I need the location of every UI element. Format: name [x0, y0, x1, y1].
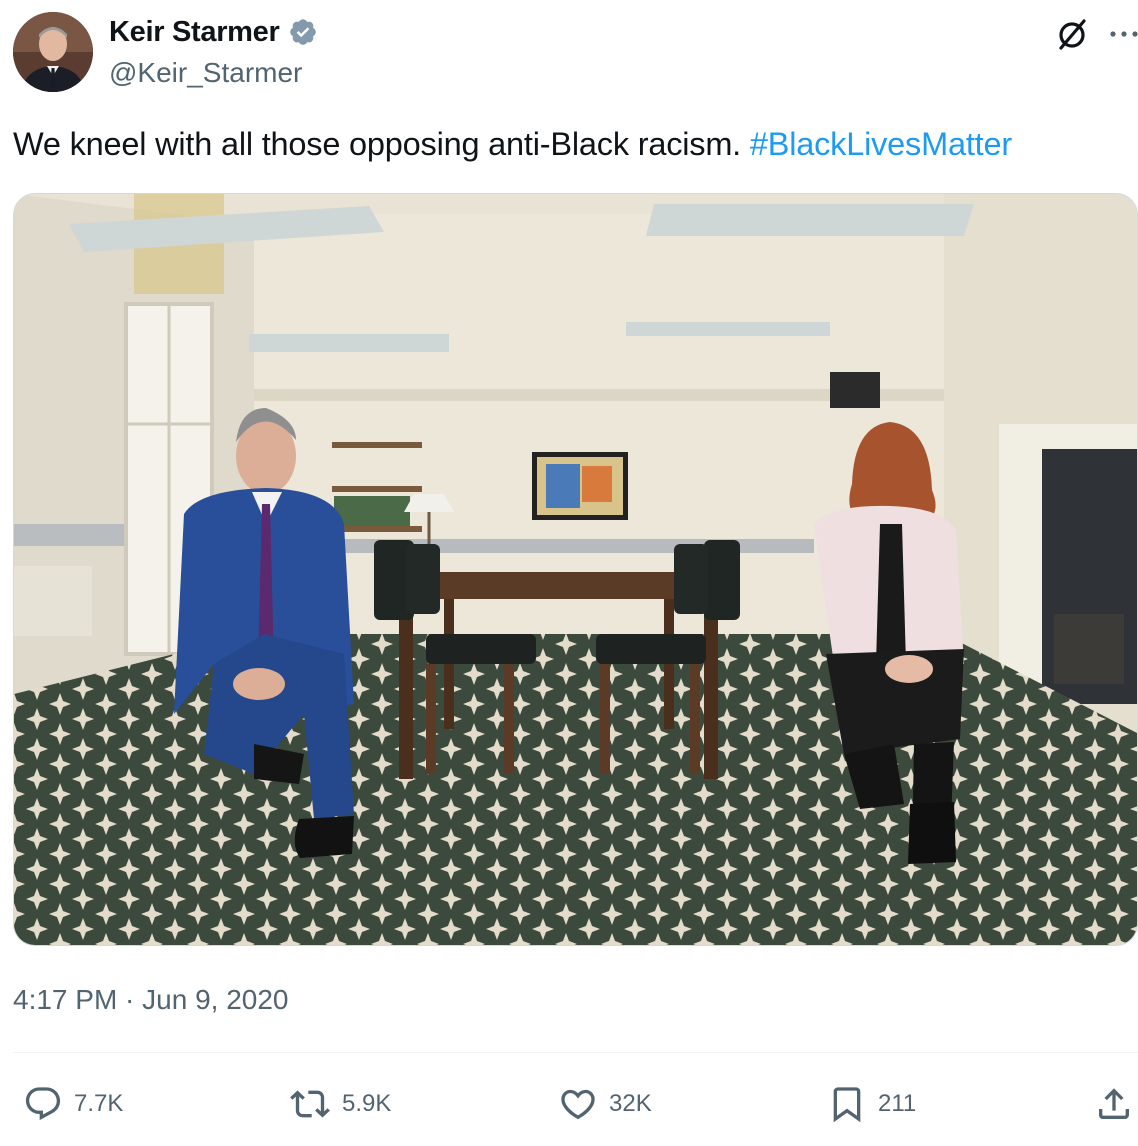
bookmark-count: 211	[878, 1090, 917, 1117]
photo-illustration	[14, 194, 1137, 945]
author-avatar[interactable]	[13, 12, 93, 92]
reply-button[interactable]: 7.7K	[22, 1082, 123, 1126]
like-button[interactable]: 32K	[557, 1082, 652, 1126]
author-handle[interactable]: @Keir_Starmer	[109, 56, 302, 90]
avatar-photo	[13, 12, 93, 92]
more-options-button[interactable]	[1108, 18, 1138, 50]
slashed-circle-icon	[1059, 19, 1086, 50]
tweet-text: We kneel with all those opposing anti-Bl…	[13, 122, 1012, 166]
like-count: 32K	[609, 1090, 652, 1117]
share-button[interactable]	[1094, 1082, 1134, 1126]
tweet-timestamp[interactable]: 4:17 PM · Jun 9, 2020	[13, 982, 289, 1018]
reply-icon	[25, 1087, 61, 1121]
grok-button[interactable]	[1052, 14, 1092, 54]
bookmark-button[interactable]: 211	[826, 1082, 916, 1126]
tweet-photo[interactable]	[13, 193, 1138, 946]
repost-count: 5.9K	[342, 1090, 392, 1117]
reply-count: 7.7K	[74, 1090, 124, 1117]
bookmark-icon	[833, 1087, 861, 1123]
tweet-body: We kneel with all those opposing anti-Bl…	[13, 126, 742, 162]
divider	[13, 1052, 1138, 1053]
ellipsis-icon	[1110, 31, 1138, 37]
hashtag-link[interactable]: #BlackLivesMatter	[750, 126, 1012, 162]
share-icon	[1099, 1088, 1129, 1119]
heart-icon	[561, 1089, 595, 1120]
verified-badge-icon[interactable]	[288, 17, 318, 47]
repost-icon	[290, 1090, 330, 1118]
repost-button[interactable]: 5.9K	[288, 1082, 391, 1126]
author-display-name[interactable]: Keir Starmer	[109, 14, 280, 50]
author-name-row[interactable]: Keir Starmer	[109, 14, 318, 50]
